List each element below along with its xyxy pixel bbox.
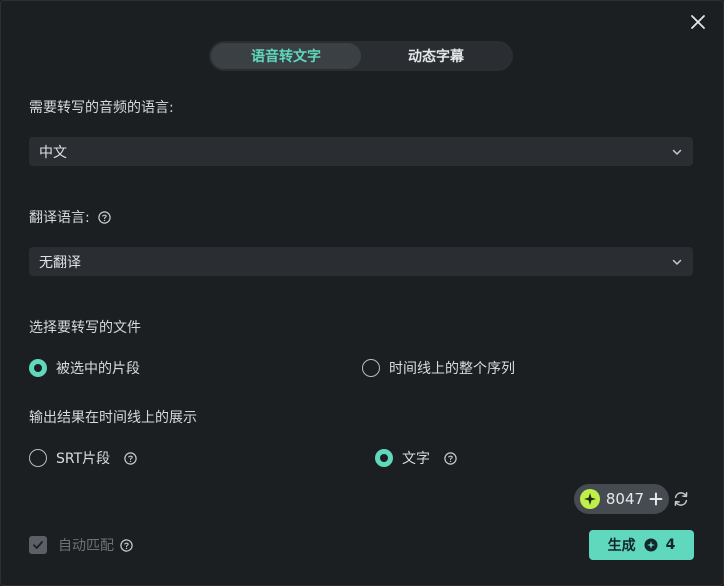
file-selection-label: 选择要转写的文件 [29, 320, 141, 336]
checkmark-icon [33, 541, 43, 549]
generate-button[interactable]: 生成 4 [589, 530, 694, 560]
help-icon[interactable] [120, 538, 133, 552]
source-language-label: 需要转写的音频的语言: [29, 100, 174, 116]
translation-select[interactable]: 无翻译 [29, 247, 693, 276]
auto-match-label: 自动匹配 [58, 538, 114, 554]
chevron-down-icon [672, 259, 682, 265]
credits-value: 8047 [605, 490, 645, 508]
radio-whole-sequence-label: 时间线上的整个序列 [389, 361, 515, 377]
radio-whole-sequence[interactable]: 时间线上的整个序列 [362, 358, 515, 378]
mode-tabs: 语音转文字 动态字幕 [209, 41, 513, 71]
refresh-icon[interactable] [672, 490, 690, 508]
radio-selected-clips-label: 被选中的片段 [56, 361, 140, 377]
close-button[interactable] [687, 11, 709, 33]
tab-dynamic-subtitles[interactable]: 动态字幕 [361, 43, 511, 69]
radio-text[interactable]: 文字 [375, 448, 457, 468]
radio-button-checked[interactable] [375, 449, 393, 467]
plus-icon[interactable] [649, 492, 663, 506]
generate-cost: 4 [665, 537, 676, 553]
credit-gem-icon [580, 489, 600, 509]
speech-to-text-dialog: 语音转文字 动态字幕 需要转写的音频的语言: 中文 翻译语言: 无翻译 选择要转… [0, 0, 724, 586]
generate-button-label: 生成 [607, 538, 636, 554]
translation-label: 翻译语言: [29, 210, 90, 226]
close-icon [691, 15, 705, 29]
radio-button-checked[interactable] [29, 359, 47, 377]
radio-srt-clip-label: SRT片段 [56, 451, 111, 467]
source-language-select[interactable]: 中文 [29, 137, 693, 166]
auto-match-row: 自动匹配 [29, 535, 133, 555]
chevron-down-icon [672, 149, 682, 155]
help-icon[interactable] [98, 210, 111, 224]
auto-match-checkbox [29, 536, 47, 554]
radio-button[interactable] [362, 359, 380, 377]
source-language-value: 中文 [39, 144, 67, 161]
tab-speech-to-text[interactable]: 语音转文字 [211, 43, 361, 69]
credit-coin-icon [644, 538, 658, 552]
radio-srt-clip[interactable]: SRT片段 [29, 448, 137, 468]
radio-button[interactable] [29, 449, 47, 467]
translation-label-row: 翻译语言: [29, 207, 111, 227]
help-icon[interactable] [444, 451, 457, 465]
radio-text-label: 文字 [402, 451, 430, 467]
translation-value: 无翻译 [39, 254, 81, 271]
radio-selected-clips[interactable]: 被选中的片段 [29, 358, 140, 378]
credits-badge: 8047 [574, 484, 669, 514]
output-display-label: 输出结果在时间线上的展示 [29, 410, 197, 426]
help-icon[interactable] [124, 451, 137, 465]
